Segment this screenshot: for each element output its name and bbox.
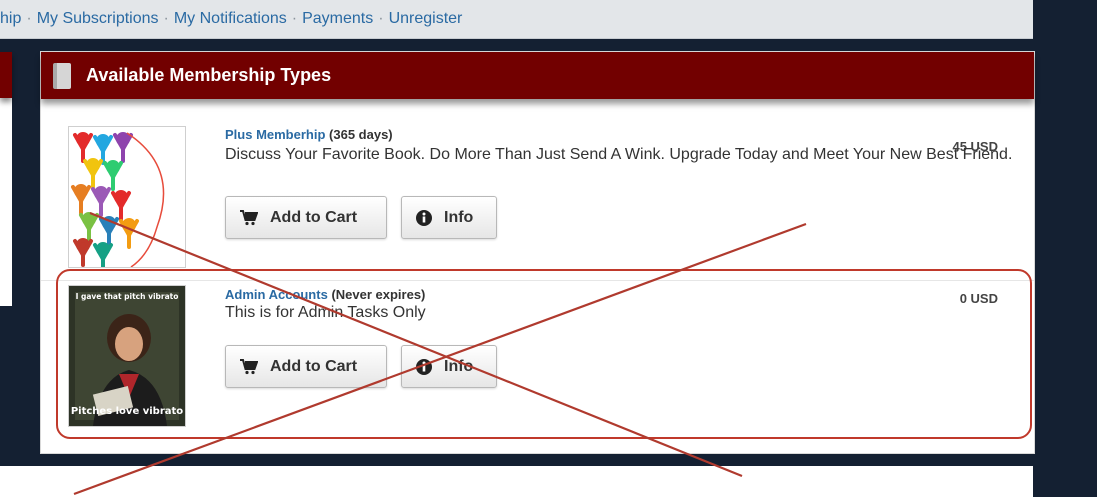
left-panel-header <box>0 52 12 98</box>
membership-name-link[interactable]: Admin Accounts <box>225 287 328 302</box>
bottom-panel <box>0 466 1033 497</box>
add-to-cart-label: Add to Cart <box>270 208 358 226</box>
nav-separator: · <box>291 10 298 27</box>
nav-my-notifications-link[interactable]: My Notifications <box>174 10 287 28</box>
book-icon <box>53 62 71 89</box>
membership-item: I gave that pitch vibrato Pitches love v… <box>41 280 1034 431</box>
nav-membership-link[interactable]: hip <box>0 10 21 28</box>
membership-types-panel: Available Membership Types Plus Memberhi… <box>40 51 1035 454</box>
add-to-cart-button[interactable]: Add to Cart <box>225 345 387 388</box>
left-sidebar-panel <box>0 52 12 306</box>
membership-duration: (365 days) <box>329 127 393 142</box>
membership-title: Plus Memberhip (365 days) <box>225 127 393 142</box>
thumb-caption-bottom: Pitches love vibrato <box>70 406 184 417</box>
nav-separator: · <box>163 10 169 27</box>
add-to-cart-label: Add to Cart <box>270 357 358 375</box>
info-icon <box>416 358 432 375</box>
membership-title: Admin Accounts (Never expires) <box>225 287 425 302</box>
meme-portrait-image <box>69 286 185 426</box>
nav-payments-link[interactable]: Payments <box>302 10 373 28</box>
membership-item: Plus Memberhip (365 days) 45 USD Discuss… <box>41 120 1034 268</box>
membership-description: Discuss Your Favorite Book. Do More Than… <box>225 146 1013 163</box>
nav-separator: · <box>378 10 384 27</box>
membership-thumbnail: I gave that pitch vibrato Pitches love v… <box>68 285 186 427</box>
panel-header: Available Membership Types <box>41 52 1034 99</box>
info-icon <box>416 209 432 226</box>
info-label: Info <box>444 208 474 226</box>
info-label: Info <box>444 357 474 375</box>
membership-description: This is for Admin Tasks Only <box>225 304 426 321</box>
cart-icon <box>240 209 258 225</box>
nav-unregister-link[interactable]: Unregister <box>389 10 463 28</box>
top-nav: hip · My Subscriptions · My Notification… <box>0 0 1033 39</box>
nav-separator: · <box>26 10 32 27</box>
cart-icon <box>240 358 258 374</box>
membership-duration: (Never expires) <box>331 287 426 302</box>
panel-title: Available Membership Types <box>86 65 332 85</box>
membership-name-link[interactable]: Plus Memberhip <box>225 127 325 142</box>
people-group-image <box>71 132 165 267</box>
info-button[interactable]: Info <box>401 196 497 239</box>
add-to-cart-button[interactable]: Add to Cart <box>225 196 387 239</box>
thumb-caption-top: I gave that pitch vibrato <box>75 292 179 301</box>
nav-my-subscriptions-link[interactable]: My Subscriptions <box>37 10 159 28</box>
info-button[interactable]: Info <box>401 345 497 388</box>
membership-thumbnail <box>68 126 186 268</box>
